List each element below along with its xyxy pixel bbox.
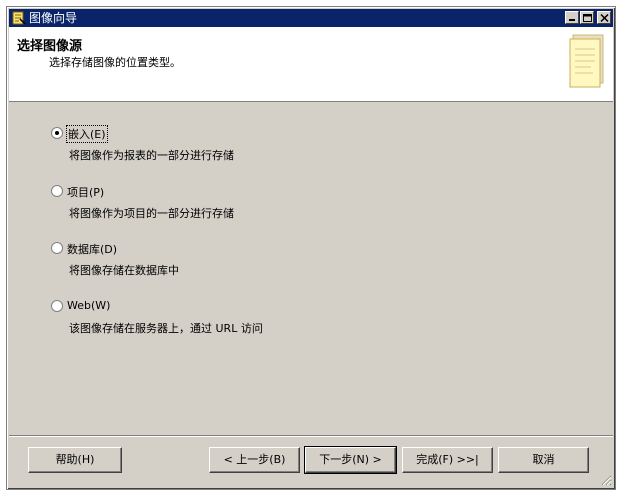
close-icon: [600, 14, 609, 22]
minimize-icon: [569, 19, 575, 21]
maximize-button[interactable]: [580, 11, 594, 24]
image-wizard-window: 图像向导 选择图像源 选择存储图像的位置类型。 嵌入(E) 将图像作为报表的一部…: [6, 6, 616, 490]
document-icon: [567, 33, 609, 91]
wizard-icon: [12, 11, 26, 25]
option-project-description: 将图像作为项目的一部分进行存储: [69, 207, 234, 220]
wizard-header: 选择图像源 选择存储图像的位置类型。: [9, 27, 613, 102]
page-subtitle: 选择存储图像的位置类型。: [49, 56, 181, 69]
option-database-description: 将图像存储在数据库中: [69, 264, 179, 277]
radio-web[interactable]: [51, 300, 63, 312]
option-project-label: 项目(P): [67, 186, 105, 199]
radio-database[interactable]: [51, 242, 63, 254]
option-web-description: 该图像存储在服务器上，通过 URL 访问: [69, 322, 263, 335]
footer-divider: [9, 435, 613, 437]
resize-grip-icon[interactable]: [600, 474, 612, 486]
radio-embed[interactable]: [51, 127, 63, 139]
option-web-label: Web(W): [67, 299, 111, 312]
finish-button[interactable]: 完成(F) >>|: [402, 447, 493, 473]
title-bar[interactable]: 图像向导: [9, 9, 613, 27]
option-embed-label: 嵌入(E): [66, 125, 108, 143]
help-button[interactable]: 帮助(H): [28, 447, 122, 473]
window-title: 图像向导: [29, 11, 78, 25]
cancel-button[interactable]: 取消: [498, 447, 589, 473]
radio-project[interactable]: [51, 185, 63, 197]
maximize-icon: [583, 14, 592, 22]
next-button[interactable]: 下一步(N) >: [304, 446, 397, 474]
minimize-button[interactable]: [565, 11, 579, 24]
option-embed-description: 将图像作为报表的一部分进行存储: [69, 149, 234, 162]
close-button[interactable]: [597, 11, 611, 24]
option-database-label: 数据库(D): [67, 243, 118, 256]
page-title: 选择图像源: [17, 39, 83, 54]
back-button[interactable]: < 上一步(B): [209, 447, 300, 473]
